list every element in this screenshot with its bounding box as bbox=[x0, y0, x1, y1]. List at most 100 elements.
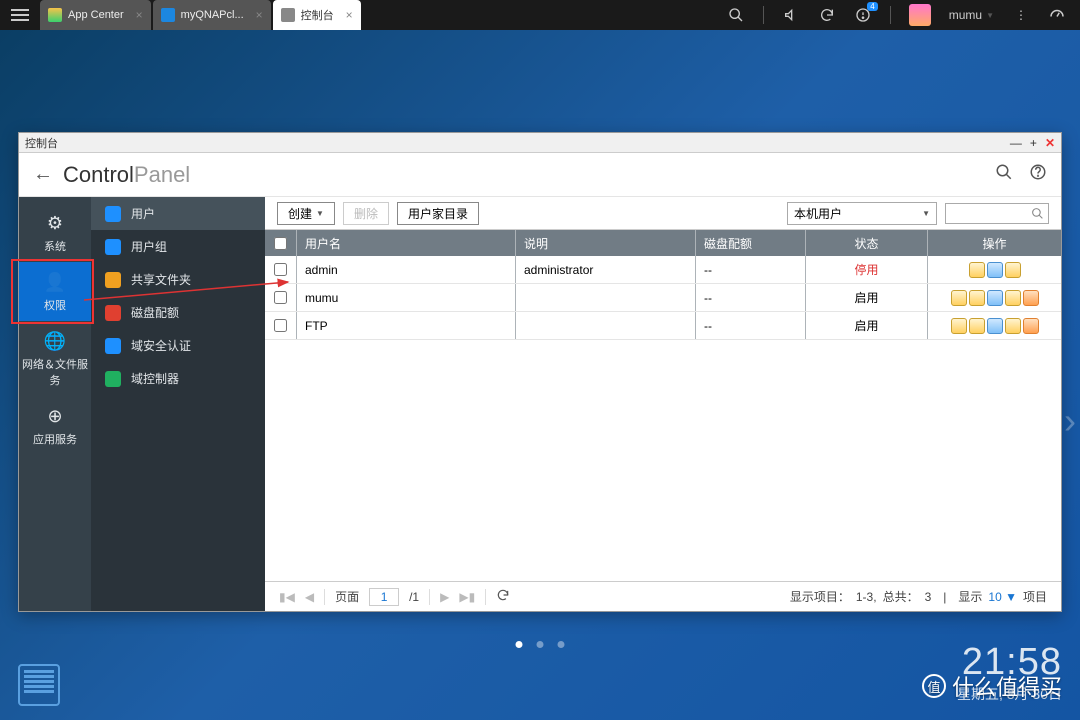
nav-icon bbox=[105, 305, 121, 321]
menu-icon[interactable] bbox=[0, 0, 40, 30]
search-input[interactable] bbox=[945, 203, 1049, 224]
volume-icon[interactable] bbox=[782, 6, 800, 24]
maximize-button[interactable]: + bbox=[1030, 136, 1037, 150]
backup-icon[interactable] bbox=[818, 6, 836, 24]
app-tab[interactable]: 控制台× bbox=[273, 0, 361, 30]
cell-description bbox=[516, 312, 696, 339]
avatar[interactable] bbox=[909, 4, 931, 26]
action-icon[interactable] bbox=[1005, 318, 1021, 334]
app-tab[interactable]: App Center × bbox=[40, 0, 151, 30]
search-icon[interactable] bbox=[995, 163, 1013, 186]
action-icon[interactable] bbox=[951, 318, 967, 334]
table-row[interactable]: mumu -- 启用 bbox=[265, 284, 1061, 312]
pagesize-select[interactable]: 10 ▼ bbox=[988, 590, 1017, 604]
user-dropdown[interactable]: mumu ▼ bbox=[949, 8, 994, 22]
col-description[interactable]: 说明 bbox=[516, 230, 696, 256]
user-type-select[interactable]: 本机用户▼ bbox=[787, 202, 937, 225]
dot[interactable] bbox=[537, 641, 544, 648]
notification-icon[interactable]: 4 bbox=[854, 6, 872, 24]
nav-label: 磁盘配额 bbox=[131, 304, 179, 321]
create-button[interactable]: 创建 ▼ bbox=[277, 202, 335, 225]
close-icon[interactable]: × bbox=[136, 8, 143, 22]
help-icon[interactable] bbox=[1029, 163, 1047, 186]
dock-item[interactable] bbox=[18, 664, 60, 706]
delete-button[interactable]: 删除 bbox=[343, 202, 389, 225]
back-arrow-icon[interactable]: ← bbox=[33, 163, 53, 186]
page-label: 页面 bbox=[335, 588, 359, 605]
action-icon[interactable] bbox=[1023, 318, 1039, 334]
secondary-nav-item[interactable]: 共享文件夹 bbox=[91, 263, 265, 296]
action-icon[interactable] bbox=[1023, 290, 1039, 306]
cell-quota: -- bbox=[696, 284, 806, 311]
nav-icon bbox=[105, 371, 121, 387]
summary-prefix: 显示项目： bbox=[790, 588, 850, 605]
carousel-dots bbox=[516, 641, 565, 648]
minimize-button[interactable]: — bbox=[1010, 136, 1022, 150]
homedir-button[interactable]: 用户家目录 bbox=[397, 202, 479, 225]
action-icon[interactable] bbox=[969, 290, 985, 306]
refresh-icon[interactable] bbox=[496, 588, 510, 605]
cell-quota: -- bbox=[696, 312, 806, 339]
action-icon[interactable] bbox=[1005, 290, 1021, 306]
close-icon[interactable]: × bbox=[256, 8, 263, 22]
app-tab[interactable]: myQNAPcl...× bbox=[153, 0, 271, 30]
secondary-nav-item[interactable]: 用户组 bbox=[91, 230, 265, 263]
window-titlebar[interactable]: 控制台 — + ✕ bbox=[19, 133, 1061, 153]
secondary-nav-item[interactable]: 磁盘配额 bbox=[91, 296, 265, 329]
select-all-checkbox[interactable] bbox=[274, 237, 287, 250]
controlpanel-window: 控制台 — + ✕ ← ControlPanel ⚙系统👤权限 🌐 网络＆文件服务 ⊕… bbox=[18, 132, 1062, 612]
table-row[interactable]: admin administrator -- 停用 bbox=[265, 256, 1061, 284]
secondary-nav-item[interactable]: 用户 bbox=[91, 197, 265, 230]
nav-label: 系统 bbox=[44, 241, 66, 253]
cell-status: 停用 bbox=[806, 256, 928, 283]
cell-quota: -- bbox=[696, 256, 806, 283]
action-icon[interactable] bbox=[951, 290, 967, 306]
dot[interactable] bbox=[516, 641, 523, 648]
col-quota[interactable]: 磁盘配额 bbox=[696, 230, 806, 256]
cell-username: admin bbox=[297, 256, 516, 283]
secondary-nav-item[interactable]: 域安全认证 bbox=[91, 329, 265, 362]
page-input[interactable] bbox=[369, 588, 399, 606]
more-icon[interactable]: ⋮ bbox=[1012, 6, 1030, 24]
topbar-right: 4 mumu ▼ ⋮ bbox=[727, 4, 1080, 26]
prev-page-icon[interactable]: ◀ bbox=[305, 590, 314, 604]
page-title: ControlPanel bbox=[63, 162, 190, 188]
nav-label: 网络＆文件服务 bbox=[22, 359, 88, 387]
row-checkbox[interactable] bbox=[274, 291, 287, 304]
action-icon[interactable] bbox=[1005, 262, 1021, 278]
primary-nav-item[interactable]: 👤权限 bbox=[19, 262, 91, 321]
col-action: 操作 bbox=[928, 230, 1061, 256]
action-icon[interactable] bbox=[969, 262, 985, 278]
col-username[interactable]: 用户名 bbox=[297, 230, 516, 256]
nav-icon: 🌐 bbox=[19, 331, 91, 352]
row-checkbox[interactable] bbox=[274, 263, 287, 276]
secondary-nav-item[interactable]: 域控制器 bbox=[91, 362, 265, 395]
next-page-icon[interactable]: ▶ bbox=[440, 590, 449, 604]
primary-nav-item[interactable]: 🌐 网络＆文件服务 bbox=[19, 321, 91, 396]
tab-icon bbox=[48, 8, 62, 22]
action-icon[interactable] bbox=[969, 318, 985, 334]
dot[interactable] bbox=[558, 641, 565, 648]
primary-nav-item[interactable]: ⊕应用服务 bbox=[19, 396, 91, 455]
row-checkbox[interactable] bbox=[274, 319, 287, 332]
summary-total-label: 总共： bbox=[883, 588, 919, 605]
cell-username: FTP bbox=[297, 312, 516, 339]
cell-username: mumu bbox=[297, 284, 516, 311]
action-icon[interactable] bbox=[987, 318, 1003, 334]
tab-label: App Center bbox=[68, 9, 124, 21]
action-icon[interactable] bbox=[987, 262, 1003, 278]
search-icon[interactable] bbox=[727, 6, 745, 24]
dashboard-icon[interactable] bbox=[1048, 6, 1066, 24]
col-status[interactable]: 状态 bbox=[806, 230, 928, 256]
nav-icon: 👤 bbox=[19, 272, 91, 293]
close-button[interactable]: ✕ bbox=[1045, 136, 1055, 150]
action-icon[interactable] bbox=[987, 290, 1003, 306]
carousel-next-icon[interactable]: › bbox=[1064, 400, 1076, 442]
content-pane: 创建 ▼ 删除 用户家目录 本机用户▼ 用户名 说明 磁盘配额 状态 操作 bbox=[265, 197, 1061, 611]
table-row[interactable]: FTP -- 启用 bbox=[265, 312, 1061, 340]
first-page-icon[interactable]: ▮◀ bbox=[279, 590, 295, 604]
primary-nav-item[interactable]: ⚙系统 bbox=[19, 203, 91, 262]
last-page-icon[interactable]: ▶▮ bbox=[459, 590, 475, 604]
close-icon[interactable]: × bbox=[346, 8, 353, 22]
panel-header: ← ControlPanel bbox=[19, 153, 1061, 197]
